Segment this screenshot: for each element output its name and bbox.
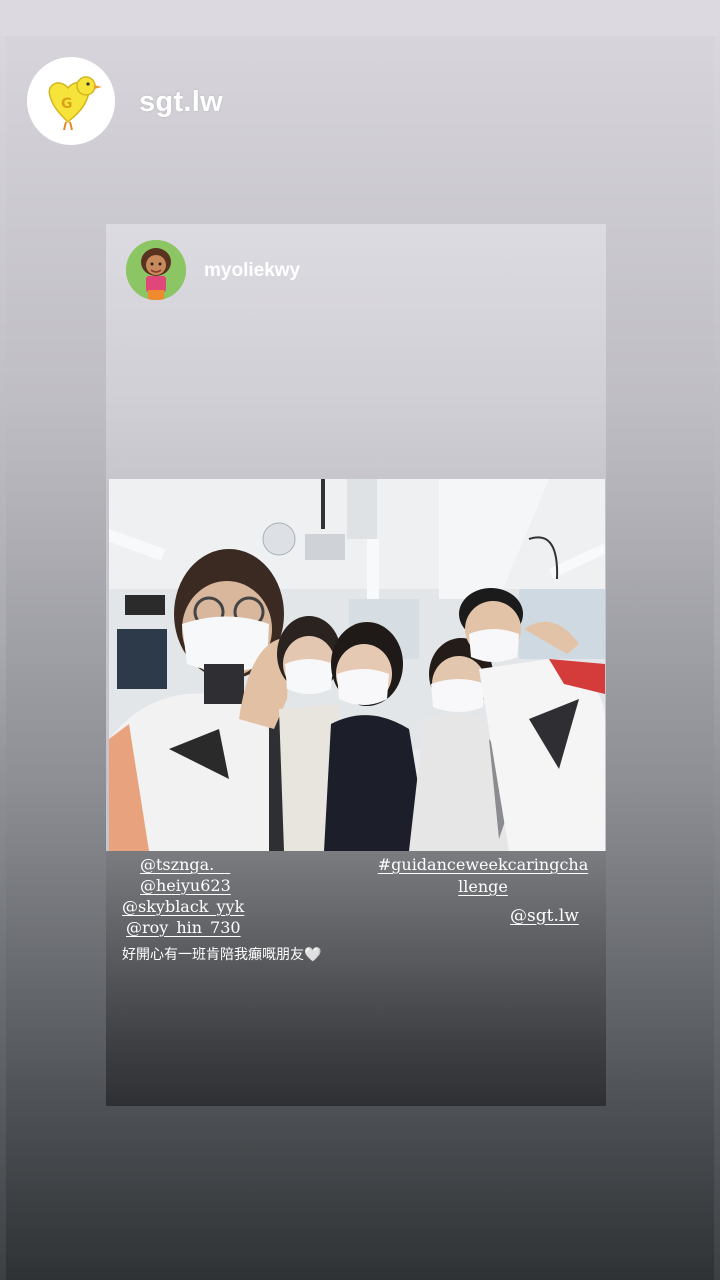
mention-tag[interactable]: @skyblack_yyk — [122, 896, 362, 917]
reshared-post-card[interactable]: myoliekwy @tszngа.__ @heiyu623 @skyblack… — [106, 224, 606, 1106]
yellow-chick-heart-icon: G — [48, 76, 102, 131]
hashtag-sticker[interactable]: #guidanceweekcaringchallenge — [376, 854, 590, 898]
story-caption: 好開心有一班肯陪我癲嘅朋友🤍 — [122, 946, 322, 962]
mentions-list: @tszngа.__ @heiyu623 @skyblack_yyk @roy_… — [122, 854, 362, 938]
mention-tag[interactable]: @tszngа.__ — [122, 854, 362, 875]
hashtag-text[interactable]: #guidanceweekcaringchallenge — [376, 854, 590, 898]
story-owner-avatar[interactable]: G — [27, 57, 115, 145]
photo-illustration — [109, 479, 605, 851]
owner-mention-sticker[interactable]: @sgt.lw — [510, 906, 579, 926]
group-selfie-photo — [109, 479, 605, 851]
svg-text:G: G — [61, 96, 73, 112]
reshared-post-username[interactable]: myoliekwy — [204, 260, 300, 282]
status-area — [0, 0, 720, 36]
cartoon-girl-avatar-icon — [126, 240, 186, 300]
mention-tag[interactable]: @roy_hin_730 — [122, 917, 362, 938]
mention-tag[interactable]: @heiyu623 — [122, 875, 362, 896]
reshared-post-avatar[interactable] — [126, 240, 186, 300]
story-owner-username[interactable]: sgt.lw — [139, 86, 223, 119]
